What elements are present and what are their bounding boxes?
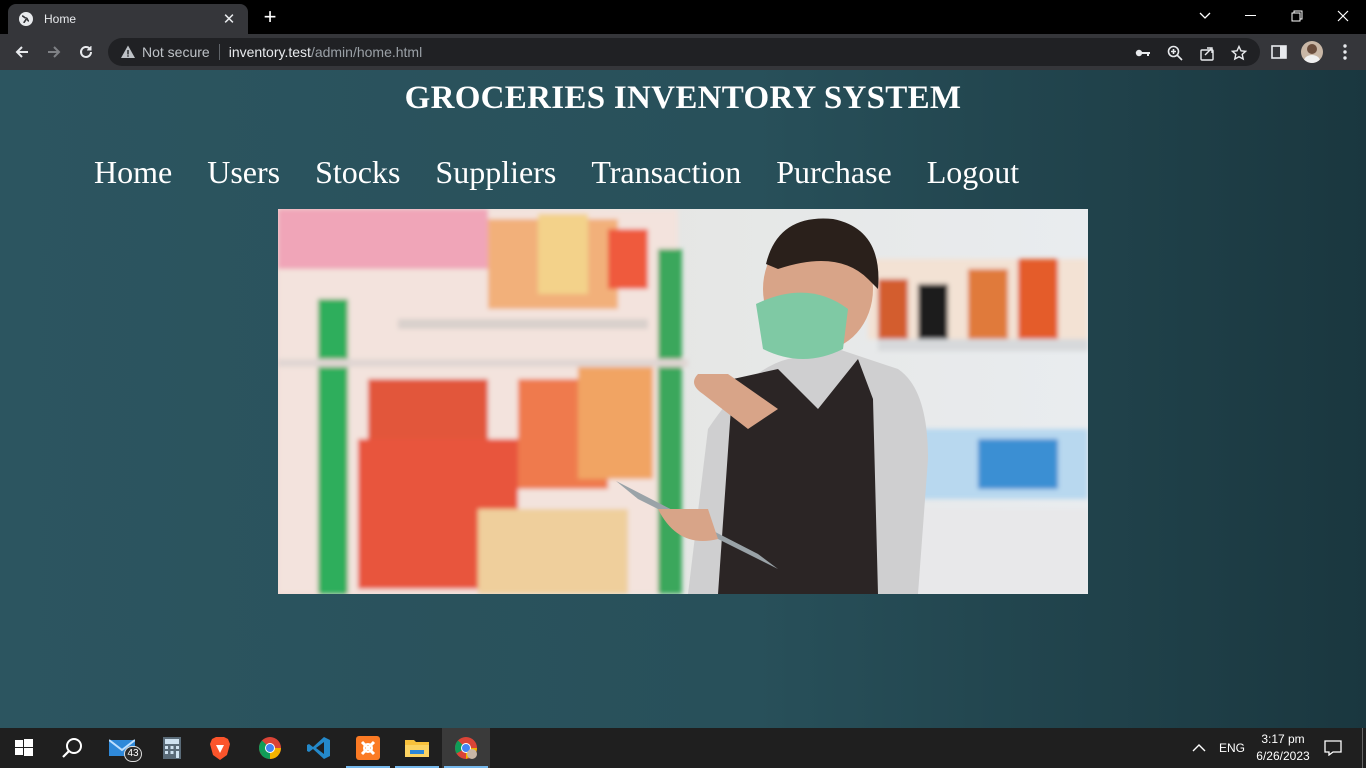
mail-app-button[interactable]: 43 bbox=[98, 728, 146, 768]
search-button[interactable] bbox=[48, 728, 96, 768]
bookmark-star-icon[interactable] bbox=[1230, 44, 1248, 62]
address-bar[interactable]: Not secure inventory.test /admin/home.ht… bbox=[108, 38, 1260, 66]
tab-search-button[interactable] bbox=[1182, 0, 1228, 32]
warning-icon bbox=[120, 44, 136, 60]
zoom-icon[interactable] bbox=[1166, 44, 1184, 62]
taskbar: 43 ENG 3:17 pm 6/26/2023 bbox=[0, 728, 1366, 768]
reload-button[interactable] bbox=[74, 40, 98, 64]
clock-time: 3:17 pm bbox=[1261, 732, 1305, 746]
browser-menu-icon[interactable] bbox=[1333, 40, 1357, 64]
security-label[interactable]: Not secure bbox=[142, 44, 210, 60]
clock-date: 6/26/2023 bbox=[1256, 749, 1310, 763]
back-button[interactable] bbox=[10, 40, 34, 64]
nav-purchase[interactable]: Purchase bbox=[776, 154, 892, 191]
page-title: GROCERIES INVENTORY SYSTEM bbox=[404, 80, 962, 116]
nav-home[interactable]: Home bbox=[94, 154, 172, 191]
url-host: inventory.test bbox=[228, 44, 311, 60]
nav-suppliers[interactable]: Suppliers bbox=[435, 154, 556, 191]
key-icon[interactable] bbox=[1134, 44, 1152, 62]
browser-tab-home[interactable]: Home ✕ bbox=[8, 4, 248, 34]
browser-toolbar: Not secure inventory.test /admin/home.ht… bbox=[0, 34, 1366, 70]
forward-button[interactable] bbox=[42, 40, 66, 64]
url-path: /admin/home.html bbox=[310, 44, 423, 60]
system-clock[interactable]: 3:17 pm 6/26/2023 bbox=[1250, 731, 1316, 765]
calculator-app-button[interactable] bbox=[148, 728, 196, 768]
notification-center-icon[interactable] bbox=[1324, 728, 1342, 768]
minimize-button[interactable] bbox=[1228, 0, 1274, 32]
chrome-active-window-button[interactable] bbox=[442, 728, 490, 768]
xampp-app-button[interactable] bbox=[344, 728, 392, 768]
nav-logout[interactable]: Logout bbox=[927, 154, 1019, 191]
main-nav: Home Users Stocks Suppliers Transaction … bbox=[94, 154, 1054, 191]
close-window-button[interactable] bbox=[1320, 0, 1366, 32]
file-explorer-button[interactable] bbox=[393, 728, 441, 768]
restore-button[interactable] bbox=[1274, 0, 1320, 32]
browser-tab-strip: Home ✕ + bbox=[0, 0, 1366, 34]
mail-badge: 43 bbox=[124, 746, 142, 762]
avatar bbox=[1301, 41, 1323, 63]
nav-transaction[interactable]: Transaction bbox=[591, 154, 741, 191]
show-desktop-button[interactable] bbox=[1362, 728, 1366, 768]
nav-users[interactable]: Users bbox=[207, 154, 280, 191]
chrome-app-button[interactable] bbox=[246, 728, 294, 768]
side-panel-icon[interactable] bbox=[1267, 40, 1291, 64]
tab-title: Home bbox=[44, 12, 77, 26]
close-tab-icon[interactable]: ✕ bbox=[220, 10, 238, 28]
globe-icon bbox=[18, 11, 34, 27]
nav-stocks[interactable]: Stocks bbox=[315, 154, 400, 191]
profile-avatar-button[interactable] bbox=[1300, 40, 1324, 64]
start-button[interactable] bbox=[0, 728, 48, 768]
share-icon[interactable] bbox=[1198, 44, 1216, 62]
brave-browser-button[interactable] bbox=[196, 728, 244, 768]
tray-overflow-icon[interactable] bbox=[1192, 728, 1206, 768]
address-separator bbox=[218, 44, 220, 60]
vscode-app-button[interactable] bbox=[295, 728, 343, 768]
hero-image bbox=[278, 209, 1088, 594]
new-tab-button[interactable]: + bbox=[258, 5, 282, 29]
language-indicator[interactable]: ENG bbox=[1219, 728, 1245, 768]
page-content: GROCERIES INVENTORY SYSTEM Home Users St… bbox=[0, 70, 1366, 728]
